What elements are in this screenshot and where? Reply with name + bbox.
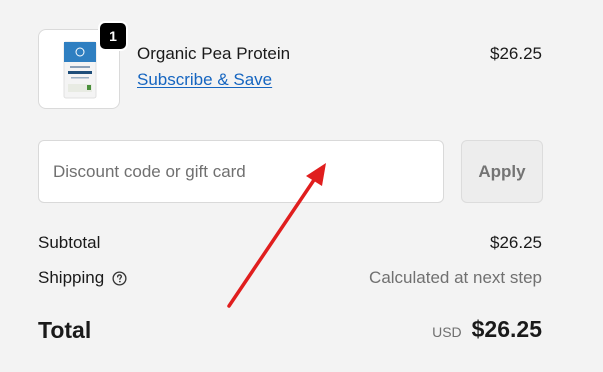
total-label: Total xyxy=(38,317,92,343)
discount-code-input[interactable] xyxy=(38,140,444,203)
product-name: Organic Pea Protein xyxy=(137,44,291,63)
quantity-badge: 1 xyxy=(98,21,128,51)
pea-protein-bag-icon xyxy=(63,41,97,99)
subtotal-label: Subtotal xyxy=(38,233,101,252)
question-circle-icon[interactable] xyxy=(112,270,127,286)
order-summary: 1 Organic Pea Protein Subscribe & Save $… xyxy=(0,0,603,372)
apply-button[interactable]: Apply xyxy=(461,140,543,203)
currency-code: USD xyxy=(432,324,462,340)
shipping-label: Shipping xyxy=(38,268,105,287)
subtotal-value: $26.25 xyxy=(490,233,542,252)
shipping-label-row: Shipping xyxy=(38,268,127,288)
total-value: $26.25 xyxy=(471,316,542,342)
product-price: $26.25 xyxy=(490,44,542,63)
shipping-value: Calculated at next step xyxy=(369,268,542,287)
total-value-group: USD $26.25 xyxy=(432,316,542,343)
subscribe-save-link[interactable]: Subscribe & Save xyxy=(137,70,272,90)
